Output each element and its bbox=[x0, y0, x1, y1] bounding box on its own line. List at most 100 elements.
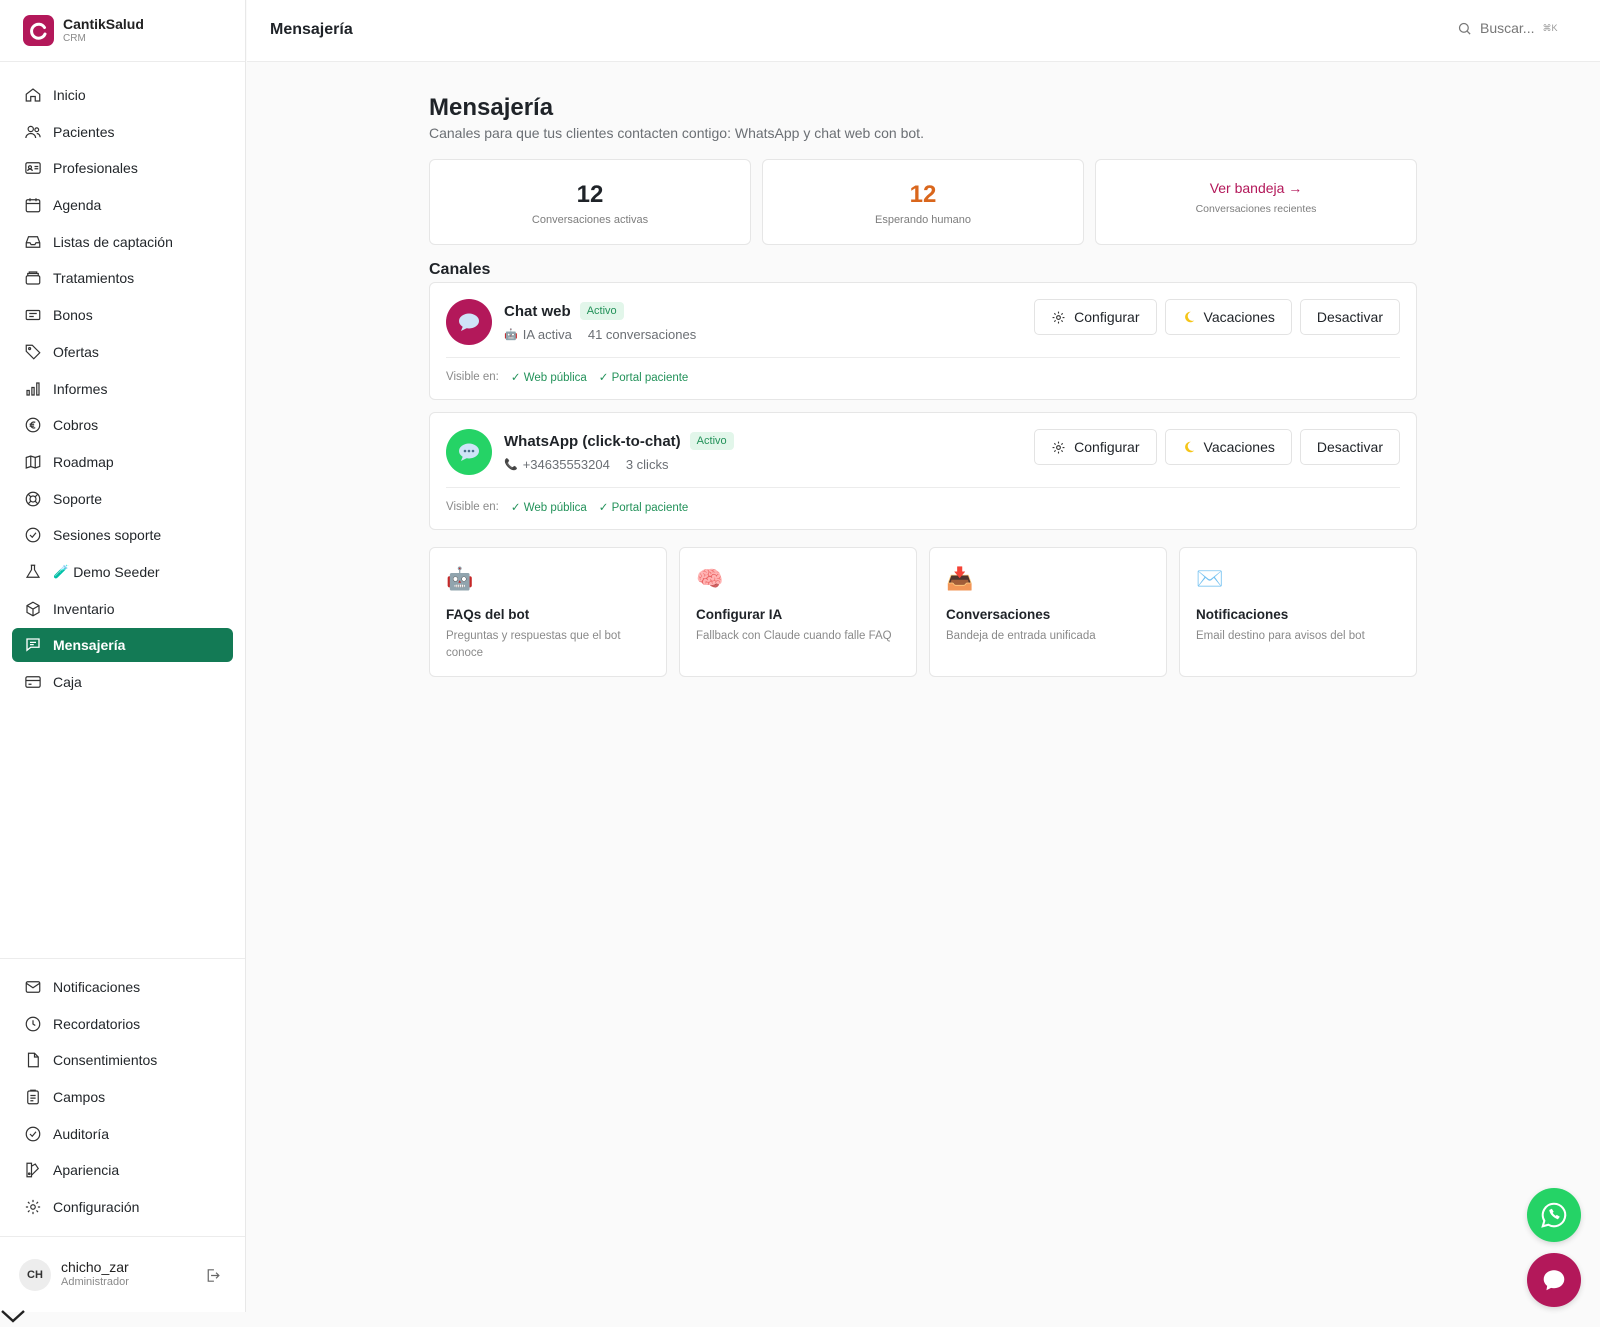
demo-seeder-emoji: 🧪 bbox=[53, 563, 70, 579]
sidebar-item-label: Agenda bbox=[53, 197, 102, 214]
user-role: Administrador bbox=[61, 1276, 129, 1289]
sidebar-item-label: Cobros bbox=[53, 417, 99, 434]
channel-card-whatsapp: WhatsApp (click-to-chat) Activo 📞 +346355… bbox=[429, 412, 1417, 530]
credit-card-icon bbox=[23, 672, 43, 692]
flask-icon bbox=[23, 562, 43, 582]
sidebar-item-label: Sesiones soporte bbox=[53, 527, 162, 544]
section-title-channels: Canales bbox=[429, 261, 491, 278]
tile-faqs-bot[interactable]: 🤖 FAQs del bot Preguntas y respuestas qu… bbox=[429, 547, 667, 677]
stat-value: 12 bbox=[909, 181, 937, 208]
sidebar-item-configuracion[interactable]: Configuración bbox=[12, 1190, 233, 1224]
sidebar-item-label: Recordatorios bbox=[53, 1015, 141, 1032]
tile-configurar-ia[interactable]: 🧠 Configurar IA Fallback con Claude cuan… bbox=[679, 547, 917, 677]
sidebar-item-inicio[interactable]: Inicio bbox=[12, 78, 233, 112]
search-input[interactable]: Buscar... ⌘K bbox=[1457, 20, 1557, 36]
deactivate-label: Desactivar bbox=[1316, 439, 1383, 455]
sidebar-item-label: Configuración bbox=[53, 1199, 140, 1216]
brand-logo-icon bbox=[23, 15, 54, 46]
configure-button[interactable]: Configurar bbox=[1034, 429, 1157, 465]
sidebar-item-recordatorios[interactable]: Recordatorios bbox=[12, 1007, 233, 1041]
channel-name: WhatsApp (click-to-chat) Activo bbox=[504, 432, 734, 450]
search-shortcut: ⌘K bbox=[1542, 22, 1558, 33]
ticket-icon bbox=[23, 305, 43, 325]
chat-bubble-icon bbox=[1541, 1267, 1567, 1293]
logout-icon[interactable] bbox=[204, 1267, 221, 1289]
sidebar-item-label: Campos bbox=[53, 1089, 106, 1106]
sidebar-item-apariencia[interactable]: Apariencia bbox=[12, 1153, 233, 1187]
visible-web-publica[interactable]: ✓ Web pública bbox=[511, 370, 587, 384]
visibility-row: Visible en: ✓ Web pública ✓ Portal pacie… bbox=[446, 370, 688, 384]
sidebar-item-campos[interactable]: Campos bbox=[12, 1080, 233, 1114]
id-card-icon bbox=[23, 158, 43, 178]
sidebar-item-consentimientos[interactable]: Consentimientos bbox=[12, 1043, 233, 1077]
search-placeholder: Buscar... bbox=[1480, 20, 1535, 36]
sidebar-item-label: Inventario bbox=[53, 600, 115, 617]
sidebar-item-soporte[interactable]: Soporte bbox=[12, 482, 233, 516]
gear-icon bbox=[23, 1197, 43, 1217]
brand[interactable]: CantikSalud CRM bbox=[0, 0, 245, 62]
sidebar-item-cobros[interactable]: Cobros bbox=[12, 408, 233, 442]
stat-value: 12 bbox=[576, 181, 604, 208]
users-icon bbox=[23, 122, 43, 142]
sidebar-item-mensajeria[interactable]: Mensajería bbox=[12, 628, 233, 663]
chat-fab-button[interactable] bbox=[1527, 1253, 1581, 1307]
sidebar-item-profesionales[interactable]: Profesionales bbox=[12, 151, 233, 185]
sidebar-item-caja[interactable]: Caja bbox=[12, 665, 233, 699]
vacation-button[interactable]: Vacaciones bbox=[1164, 299, 1292, 335]
secondary-nav: Notificaciones Recordatorios Consentimie… bbox=[0, 958, 245, 1227]
tile-title: Configurar IA bbox=[696, 607, 783, 622]
stat-label: Conversaciones activas bbox=[531, 214, 649, 226]
deactivate-button[interactable]: Desactivar bbox=[1299, 299, 1400, 335]
user-panel: CH chicho_zar Administrador bbox=[0, 1236, 245, 1312]
sidebar-item-listas-captacion[interactable]: Listas de captación bbox=[12, 225, 233, 259]
user-name: chicho_zar bbox=[61, 1258, 129, 1275]
tile-description: Email destino para avisos del bot bbox=[1196, 630, 1365, 642]
sidebar-item-sesiones-soporte[interactable]: Sesiones soporte bbox=[12, 518, 233, 552]
chevron-down-icon[interactable] bbox=[0, 1308, 26, 1327]
whatsapp-chat-icon bbox=[446, 429, 492, 475]
sidebar-item-informes[interactable]: Informes bbox=[12, 372, 233, 406]
view-inbox-link[interactable]: Ver bandeja → bbox=[1096, 180, 1416, 196]
sidebar-item-label: Pacientes bbox=[53, 123, 115, 140]
vacation-button[interactable]: Vacaciones bbox=[1164, 429, 1292, 465]
whatsapp-fab-button[interactable] bbox=[1527, 1188, 1581, 1242]
tile-title: Conversaciones bbox=[946, 607, 1051, 622]
sidebar-item-auditoria[interactable]: Auditoría bbox=[12, 1117, 233, 1151]
channel-card-chat-web: Chat web Activo 🤖 IA activa 41 conversaci… bbox=[429, 282, 1417, 400]
chat-icon bbox=[23, 635, 43, 655]
sidebar-item-bonos[interactable]: Bonos bbox=[12, 298, 233, 332]
tile-title: Notificaciones bbox=[1196, 607, 1289, 622]
tile-notificaciones[interactable]: ✉️ Notificaciones Email destino para avi… bbox=[1179, 547, 1417, 677]
sidebar-item-label: Inicio bbox=[53, 87, 86, 103]
sidebar-item-roadmap[interactable]: Roadmap bbox=[12, 445, 233, 479]
sidebar-item-agenda[interactable]: Agenda bbox=[12, 188, 233, 222]
mail-icon bbox=[23, 977, 43, 997]
status-badge: Activo bbox=[579, 302, 624, 320]
configure-button[interactable]: Configurar bbox=[1034, 299, 1157, 335]
deactivate-button[interactable]: Desactivar bbox=[1299, 429, 1400, 465]
stat-active-conversations: 12 Conversaciones activas bbox=[429, 159, 751, 245]
sidebar-item-pacientes[interactable]: Pacientes bbox=[12, 115, 233, 149]
home-icon bbox=[23, 85, 43, 105]
stat-awaiting-human: 12 Esperando humano bbox=[762, 159, 1084, 245]
sidebar-item-label: Bonos bbox=[53, 307, 93, 324]
visible-portal-paciente[interactable]: ✓ Portal paciente bbox=[599, 500, 689, 514]
sidebar-item-ofertas[interactable]: Ofertas bbox=[12, 335, 233, 369]
avatar[interactable]: CH bbox=[19, 1258, 51, 1291]
robot-icon: 🤖 bbox=[446, 566, 474, 591]
phone-number: +34635553204 bbox=[522, 457, 610, 472]
sidebar-item-demo-seeder[interactable]: 🧪 Demo Seeder bbox=[12, 555, 233, 589]
sidebar: CantikSalud CRM Inicio Pacientes Profesi… bbox=[0, 0, 246, 1312]
sidebar-item-notificaciones[interactable]: Notificaciones bbox=[12, 970, 233, 1004]
bar-chart-icon bbox=[23, 379, 43, 399]
configure-label: Configurar bbox=[1074, 309, 1140, 325]
visibility-row: Visible en: ✓ Web pública ✓ Portal pacie… bbox=[446, 500, 688, 514]
visible-portal-paciente[interactable]: ✓ Portal paciente bbox=[599, 370, 689, 384]
sidebar-item-inventario[interactable]: Inventario bbox=[12, 592, 233, 626]
euro-icon bbox=[23, 415, 43, 435]
stat-view-inbox[interactable]: Ver bandeja → Conversaciones recientes bbox=[1095, 159, 1417, 245]
sidebar-item-tratamientos[interactable]: Tratamientos bbox=[12, 261, 233, 295]
search-icon bbox=[1457, 21, 1472, 36]
visible-web-publica[interactable]: ✓ Web pública bbox=[511, 500, 587, 514]
tile-conversaciones[interactable]: 📥 Conversaciones Bandeja de entrada unif… bbox=[929, 547, 1167, 677]
